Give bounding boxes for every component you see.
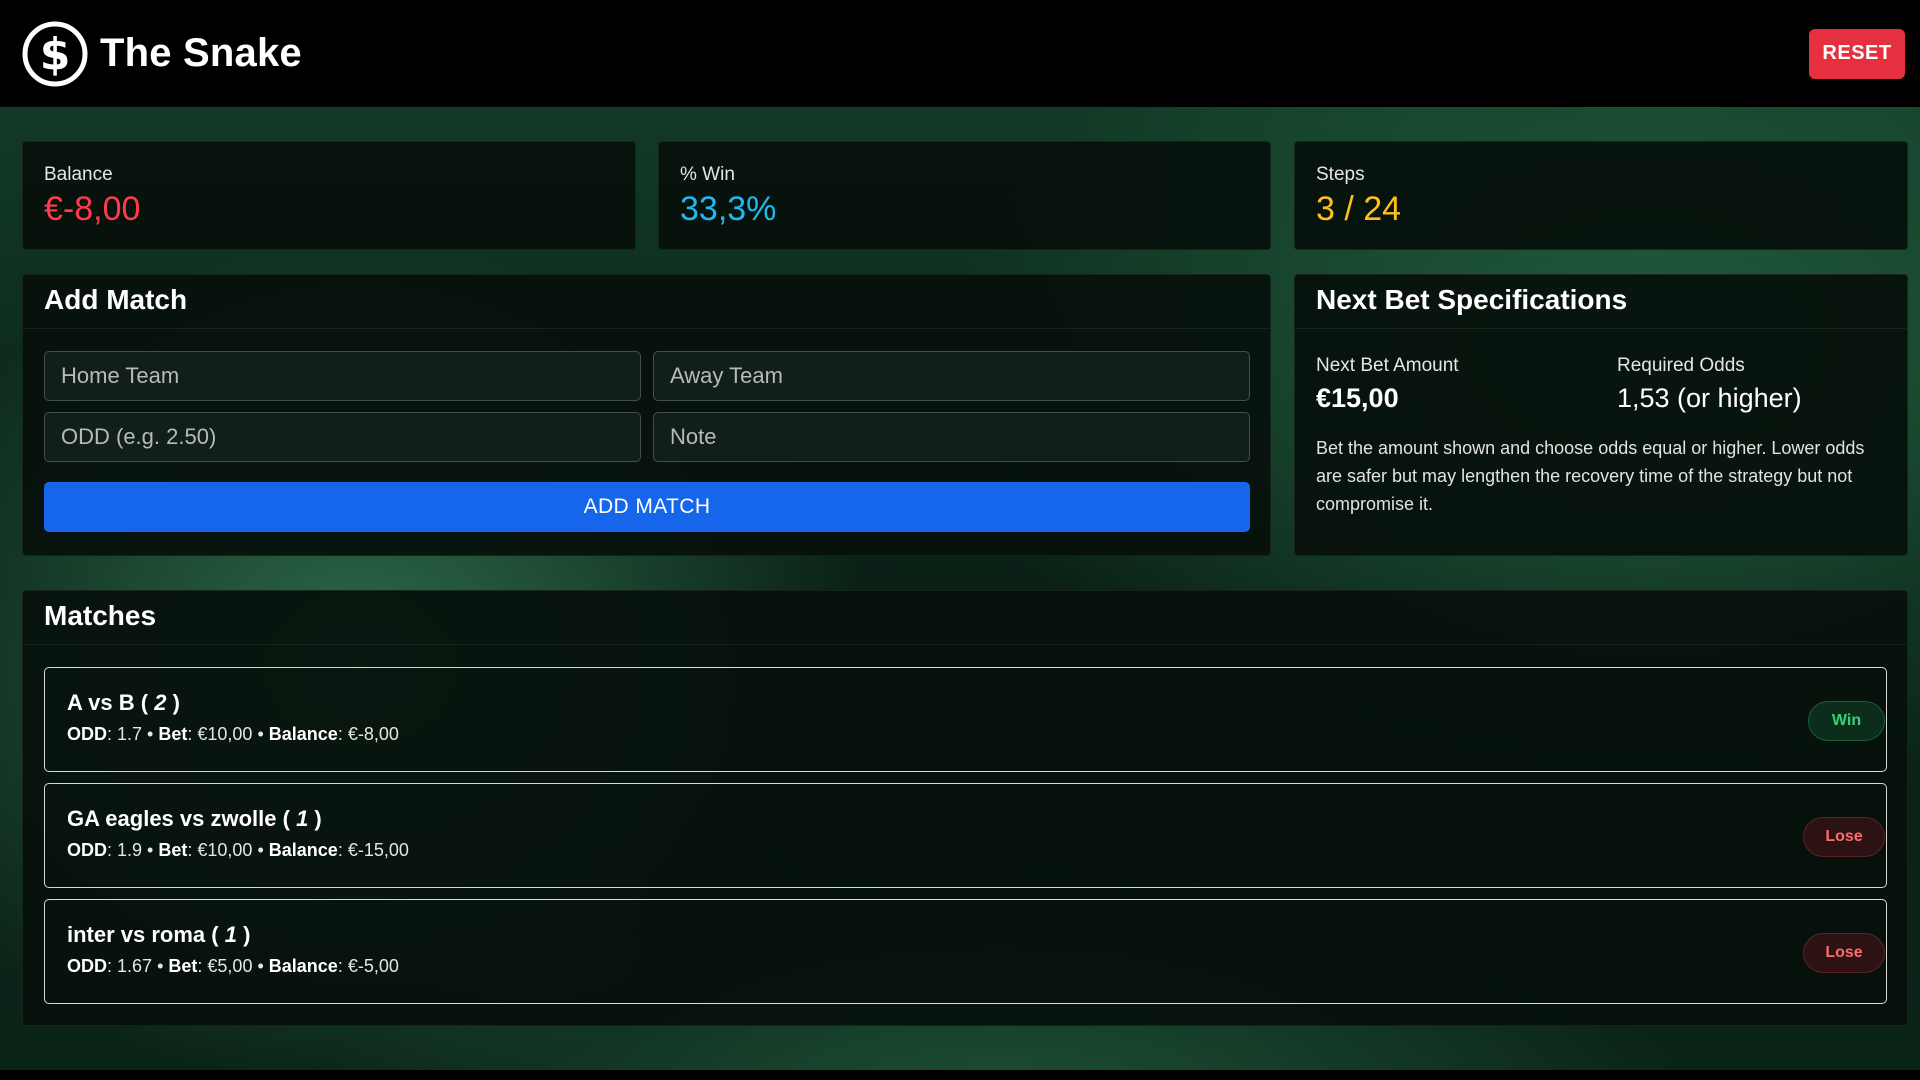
match-meta: ODD: 1.67 • Bet: €5,00 • Balance: €-5,00 xyxy=(67,956,399,976)
bet-label: Bet xyxy=(158,840,188,860)
next-bet-title: Next Bet Specifications xyxy=(1295,275,1907,329)
match-row: A vs B ( 2 ) ODD: 1.7 • Bet: €10,00 • Ba… xyxy=(44,667,1887,772)
odd-input[interactable] xyxy=(44,412,641,462)
meta-separator: • xyxy=(252,840,269,860)
dollar-coin-icon: $ xyxy=(22,21,88,86)
next-bet-description: Bet the amount shown and choose odds equ… xyxy=(1316,438,1865,514)
bottom-strip xyxy=(0,1070,1920,1080)
add-match-title: Add Match xyxy=(23,275,1270,329)
match-title: A vs B ( 2 ) xyxy=(67,690,180,715)
steps-label: Steps xyxy=(1316,164,1365,185)
odd-label: ODD xyxy=(67,956,107,976)
steps-value: 3 / 24 xyxy=(1316,190,1402,228)
match-teams: A vs B xyxy=(67,690,135,715)
away-team-input[interactable] xyxy=(653,351,1250,401)
match-bet: €10,00 xyxy=(197,724,253,744)
match-balance: €-15,00 xyxy=(347,840,409,860)
win-rate-value: 33,3% xyxy=(680,190,777,228)
match-row: GA eagles vs zwolle ( 1 ) ODD: 1.9 • Bet… xyxy=(44,783,1887,888)
next-bet-amount-value: €15,00 xyxy=(1316,383,1399,413)
match-title: GA eagles vs zwolle ( 1 ) xyxy=(67,806,322,831)
match-teams: GA eagles vs zwolle xyxy=(67,806,277,831)
match-meta: ODD: 1.9 • Bet: €10,00 • Balance: €-15,0… xyxy=(67,840,409,860)
meta-separator: • xyxy=(142,840,159,860)
match-balance: €-8,00 xyxy=(347,724,399,744)
balance-label: Balance xyxy=(268,956,338,976)
matches-card: Matches A vs B ( 2 ) ODD: 1.7 • Bet: €10… xyxy=(22,590,1908,1026)
required-odds-label: Required Odds xyxy=(1617,355,1745,376)
meta-separator: • xyxy=(142,724,159,744)
win-rate-card: % Win 33,3% xyxy=(658,141,1271,250)
balance-card: Balance €-8,00 xyxy=(22,141,636,250)
match-selection: 2 xyxy=(154,690,167,715)
balance-label: Balance xyxy=(44,164,113,185)
next-bet-amount-label: Next Bet Amount xyxy=(1316,355,1459,376)
match-odd: 1.9 xyxy=(117,840,143,860)
steps-card: Steps 3 / 24 xyxy=(1294,141,1908,250)
match-bet: €5,00 xyxy=(207,956,253,976)
next-bet-card: Next Bet Specifications Next Bet Amount … xyxy=(1294,274,1908,556)
match-bet: €10,00 xyxy=(197,840,253,860)
match-result-badge[interactable]: Win xyxy=(1808,701,1885,741)
match-selection: 1 xyxy=(224,922,237,947)
match-meta: ODD: 1.7 • Bet: €10,00 • Balance: €-8,00 xyxy=(67,724,399,744)
svg-text:$: $ xyxy=(40,29,71,80)
app-title: The Snake xyxy=(100,31,302,75)
balance-label: Balance xyxy=(268,840,338,860)
meta-separator: • xyxy=(252,724,269,744)
reset-button[interactable]: RESET xyxy=(1809,28,1905,79)
add-match-card: Add Match ADD MATCH xyxy=(22,274,1271,556)
match-selection: 1 xyxy=(296,806,309,831)
match-balance: €-5,00 xyxy=(347,956,399,976)
win-rate-label: % Win xyxy=(680,164,735,185)
match-row: inter vs roma ( 1 ) ODD: 1.67 • Bet: €5,… xyxy=(44,899,1887,1004)
odd-label: ODD xyxy=(67,840,107,860)
brand: $ The Snake xyxy=(22,21,302,87)
matches-title: Matches xyxy=(23,591,1907,645)
home-team-input[interactable] xyxy=(44,351,641,401)
match-result-badge[interactable]: Lose xyxy=(1803,933,1885,973)
required-odds-value: 1,53 (or higher) xyxy=(1617,383,1802,413)
add-match-button[interactable]: ADD MATCH xyxy=(44,482,1250,532)
match-teams: inter vs roma xyxy=(67,922,206,947)
match-title: inter vs roma ( 1 ) xyxy=(67,922,251,947)
page: $ The Snake RESET Balance €-8,00 % Win 3… xyxy=(0,0,1920,1080)
note-input[interactable] xyxy=(653,412,1250,462)
top-bar: $ The Snake RESET xyxy=(0,0,1920,107)
bet-label: Bet xyxy=(168,956,198,976)
bet-label: Bet xyxy=(158,724,188,744)
match-odd: 1.67 xyxy=(117,956,153,976)
balance-label: Balance xyxy=(268,724,338,744)
match-odd: 1.7 xyxy=(117,724,143,744)
meta-separator: • xyxy=(252,956,269,976)
match-result-badge[interactable]: Lose xyxy=(1803,817,1885,857)
meta-separator: • xyxy=(152,956,169,976)
balance-value: €-8,00 xyxy=(44,190,141,228)
odd-label: ODD xyxy=(67,724,107,744)
